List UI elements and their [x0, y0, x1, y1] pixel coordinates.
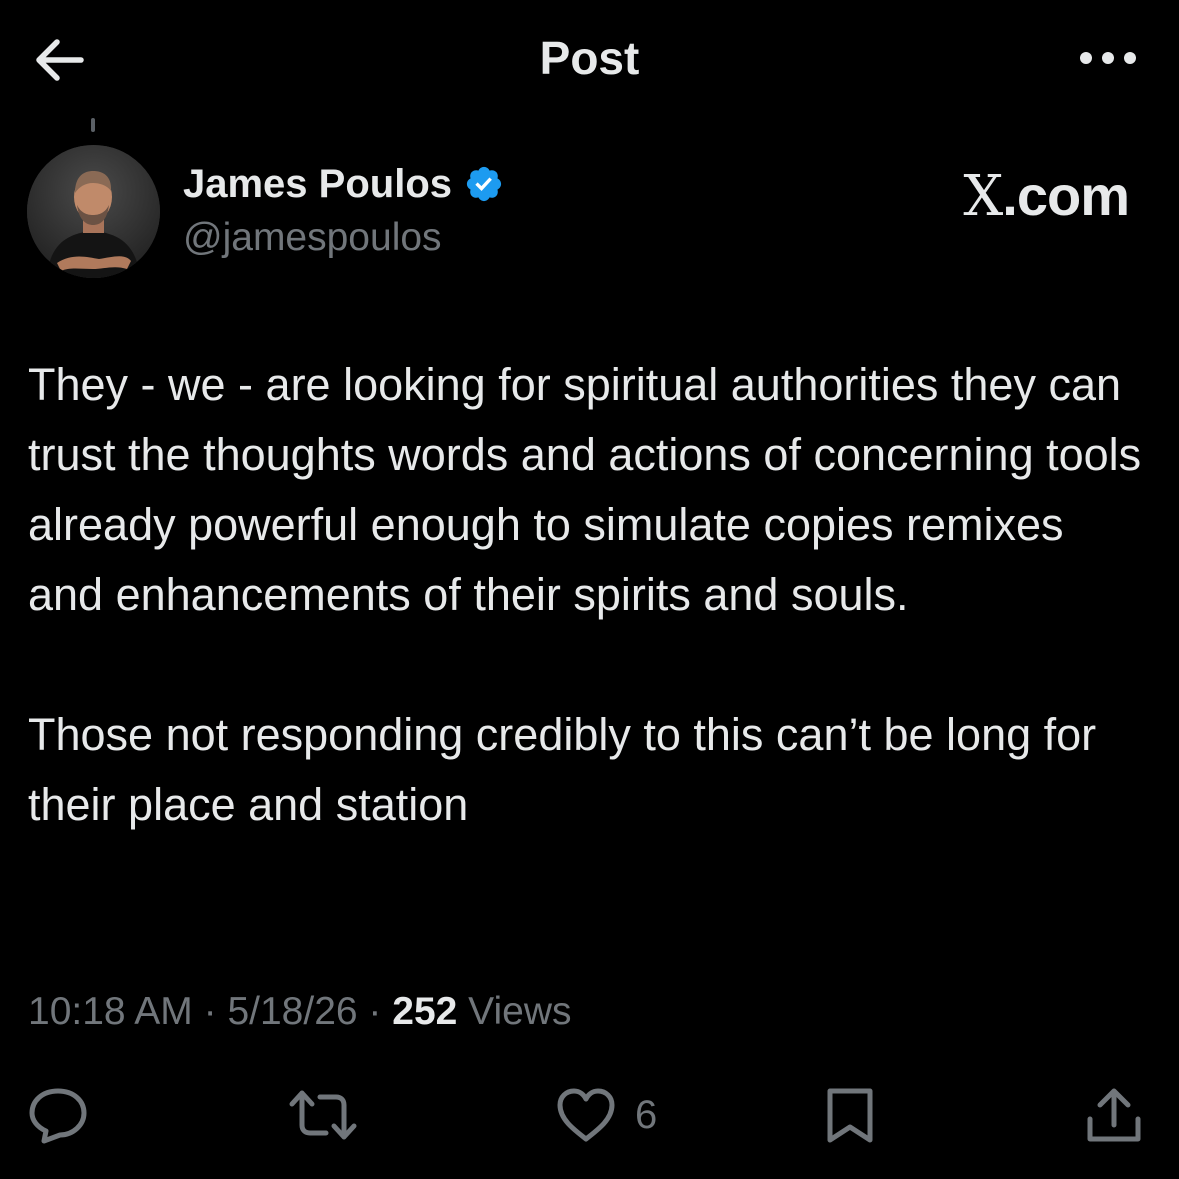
repost-button[interactable]	[288, 1070, 358, 1160]
bookmark-icon	[827, 1088, 873, 1143]
repost-icon	[289, 1090, 357, 1140]
action-bar: 6	[0, 1070, 1179, 1160]
heart-icon	[557, 1088, 615, 1142]
top-bar: Post	[0, 0, 1179, 120]
share-icon	[1087, 1088, 1141, 1142]
more-horizontal-icon	[1080, 52, 1136, 64]
post-text: They - we - are looking for spiritual au…	[28, 350, 1148, 840]
post-metadata: 10:18 AM · 5/18/26 · 252 Views	[28, 985, 572, 1039]
verified-badge-icon	[464, 164, 504, 204]
views-label: Views	[457, 990, 572, 1033]
like-button[interactable]: 6	[555, 1070, 657, 1160]
profile-photo	[27, 145, 160, 278]
watermark-domain: .com	[1002, 164, 1130, 227]
x-com-watermark: X.com	[963, 164, 1130, 229]
meta-separator: ·	[192, 990, 228, 1033]
more-options-button[interactable]	[1073, 40, 1143, 76]
page-title: Post	[539, 32, 640, 84]
views-count: 252	[392, 990, 458, 1033]
author-handle[interactable]: @jamespoulos	[183, 214, 442, 262]
share-button[interactable]	[1084, 1070, 1144, 1160]
reply-icon	[29, 1088, 87, 1144]
author-name[interactable]: James Poulos	[183, 160, 452, 208]
thread-connector-line	[91, 118, 95, 132]
post-time[interactable]: 10:18 AM	[28, 990, 193, 1033]
bookmark-button[interactable]	[822, 1070, 878, 1160]
author-name-row: James Poulos	[183, 160, 504, 208]
x-logo-glyph: X	[963, 164, 1003, 229]
post-date[interactable]: 5/18/26	[227, 990, 357, 1033]
post-paragraph: Those not responding credibly to this ca…	[28, 709, 1097, 830]
meta-separator: ·	[357, 990, 393, 1033]
post-paragraph: They - we - are looking for spiritual au…	[28, 359, 1142, 620]
reply-button[interactable]	[26, 1070, 90, 1160]
avatar[interactable]	[27, 145, 160, 278]
like-count: 6	[635, 1092, 658, 1137]
